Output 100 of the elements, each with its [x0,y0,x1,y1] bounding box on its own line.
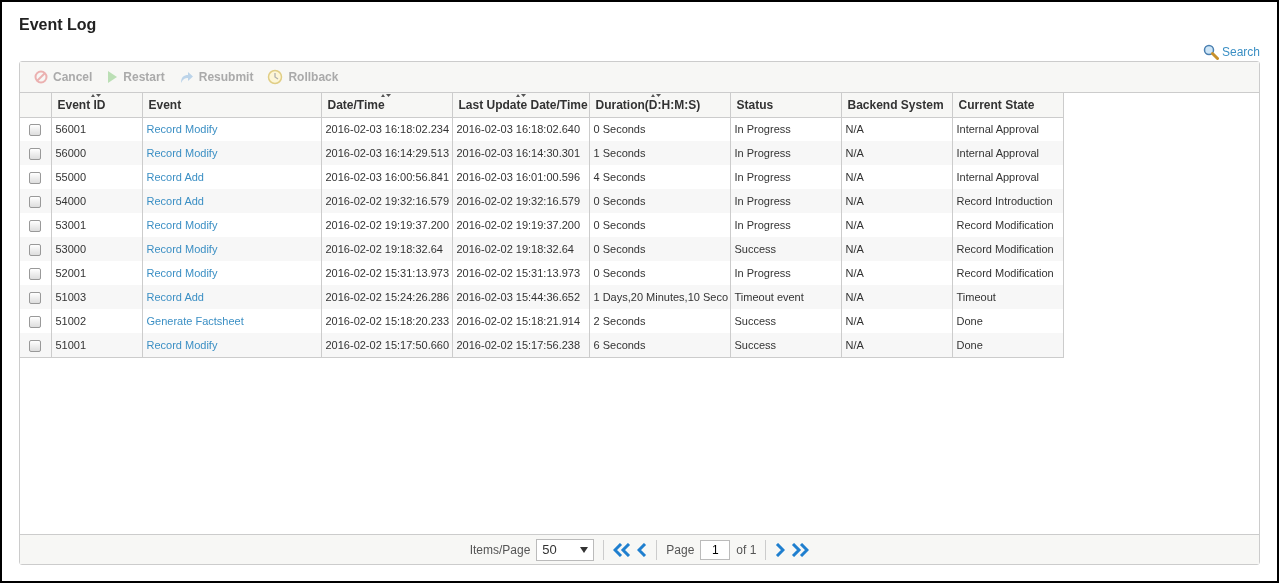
table-cell: Internal Approval [956,123,1040,135]
table-cell: Timeout [956,290,996,303]
page-title: Event Log [19,15,98,35]
table-cell: 51001 [55,338,87,351]
table-cell: 2016-02-02 19:18:32.64 [456,242,574,255]
table-cell: 2016-02-03 15:44:36.652 [456,290,581,303]
table-cell: 2016-02-02 15:17:56.238 [456,338,581,351]
sort-icon[interactable] [514,93,527,98]
first-page-button[interactable] [613,542,632,557]
column-header[interactable]: Date/Time [321,93,452,117]
table-cell: N/A [845,338,864,351]
table-cell: 2016-02-03 16:00:56.841 [325,170,450,183]
table-cell: 2016-02-03 16:18:02.640 [456,123,581,135]
sort-icon[interactable] [649,93,662,98]
table-cell: In Progress [734,146,791,159]
table-cell: Success [734,242,777,255]
column-header[interactable]: Event ID [51,93,142,117]
table-cell: In Progress [734,194,791,207]
event-link[interactable]: Record Modify [146,266,218,279]
table-cell: 52001 [55,266,87,279]
column-header[interactable]: Duration(D:H:M:S) [589,93,730,117]
table-cell: 0 Seconds [593,242,646,255]
table-cell: 2 Seconds [593,314,646,327]
table-cell: 51003 [55,290,87,303]
items-per-page-label: Items/Page [469,541,531,559]
table-cell: In Progress [734,266,791,279]
checkbox[interactable] [29,267,42,280]
table-cell: 2016-02-03 16:14:29.513 [325,146,450,159]
table-cell: Done [956,314,983,327]
table-cell: N/A [845,218,864,231]
table-cell: 2016-02-02 15:31:13.973 [456,266,581,279]
event-link[interactable]: Record Add [146,290,204,303]
column-header[interactable]: Current State [952,93,1063,117]
table-cell: 6 Seconds [593,338,646,351]
checkbox[interactable] [29,291,42,304]
table-cell: 2016-02-03 16:01:00.596 [456,170,581,183]
table-cell: 51002 [55,314,87,327]
table-cell: In Progress [734,170,791,183]
last-page-button[interactable] [791,542,810,557]
page-label: Page [666,541,695,559]
table-cell: N/A [845,242,864,255]
checkbox[interactable] [29,243,42,256]
table-cell: Success [734,314,777,327]
table-cell: 2016-02-03 16:14:30.301 [456,146,581,159]
event-link[interactable]: Record Modify [146,123,218,135]
table-cell: Record Introduction [956,194,1053,207]
cancel-icon [34,70,48,84]
next-page-button[interactable] [775,542,786,557]
table-cell: 2016-02-02 19:18:32.64 [325,242,443,255]
items-per-page-select[interactable]: 50 [536,538,595,561]
table-cell: Internal Approval [956,146,1040,159]
table-cell: N/A [845,290,864,303]
table-cell: Success [734,338,777,351]
table-cell: In Progress [734,218,791,231]
previous-page-button[interactable] [637,542,648,557]
column-header[interactable]: Last Update Date/Time [452,93,589,117]
page-input[interactable]: 1 [700,539,731,560]
table-cell: 0 Seconds [593,218,646,231]
sort-icon[interactable] [379,93,392,98]
sort-icon[interactable] [89,93,102,98]
table-cell: 0 Seconds [593,266,646,279]
table-cell: N/A [845,266,864,279]
table-cell: 56001 [55,123,87,135]
column-header[interactable]: Backend System [841,93,952,117]
checkbox[interactable] [29,195,42,208]
column-header[interactable]: Status [730,93,841,117]
table-cell: 55000 [55,170,87,183]
table-cell: N/A [845,170,864,183]
checkbox[interactable] [29,147,42,160]
event-link[interactable]: Record Modify [146,218,218,231]
table-cell: 2016-02-03 16:18:02.234 [325,123,450,135]
table-cell: 56000 [55,146,87,159]
table-cell: Timeout event [734,290,804,303]
checkbox[interactable] [29,171,42,184]
table-cell: 2016-02-02 19:19:37.200 [456,218,581,231]
table-cell: N/A [845,314,864,327]
table-cell: 54000 [55,194,87,207]
table-cell: N/A [845,194,864,207]
table-cell: Record Modification [956,266,1054,279]
event-link[interactable]: Generate Factsheet [146,314,244,327]
checkbox[interactable] [29,219,42,232]
checkbox[interactable] [29,124,42,137]
column-header[interactable]: Event [142,93,321,117]
search-link[interactable]: Search [1202,43,1260,61]
table-cell: 53001 [55,218,87,231]
table-cell: 2016-02-02 15:31:13.973 [325,266,450,279]
table-cell: 2016-02-02 19:32:16.579 [325,194,450,207]
event-link[interactable]: Record Add [146,194,204,207]
table-cell: Record Modification [956,218,1054,231]
table-cell: Internal Approval [956,170,1040,183]
table-cell: 53000 [55,242,87,255]
table-cell: 1 Seconds [593,146,646,159]
arrow-icon [178,70,194,84]
play-icon [106,70,119,84]
table-cell: 4 Seconds [593,170,646,183]
table-cell: 2016-02-02 19:19:37.200 [325,218,450,231]
table-cell: N/A [845,146,864,159]
checkbox[interactable] [29,315,42,328]
checkbox[interactable] [29,339,42,352]
event-link[interactable]: Record Add [146,170,204,183]
